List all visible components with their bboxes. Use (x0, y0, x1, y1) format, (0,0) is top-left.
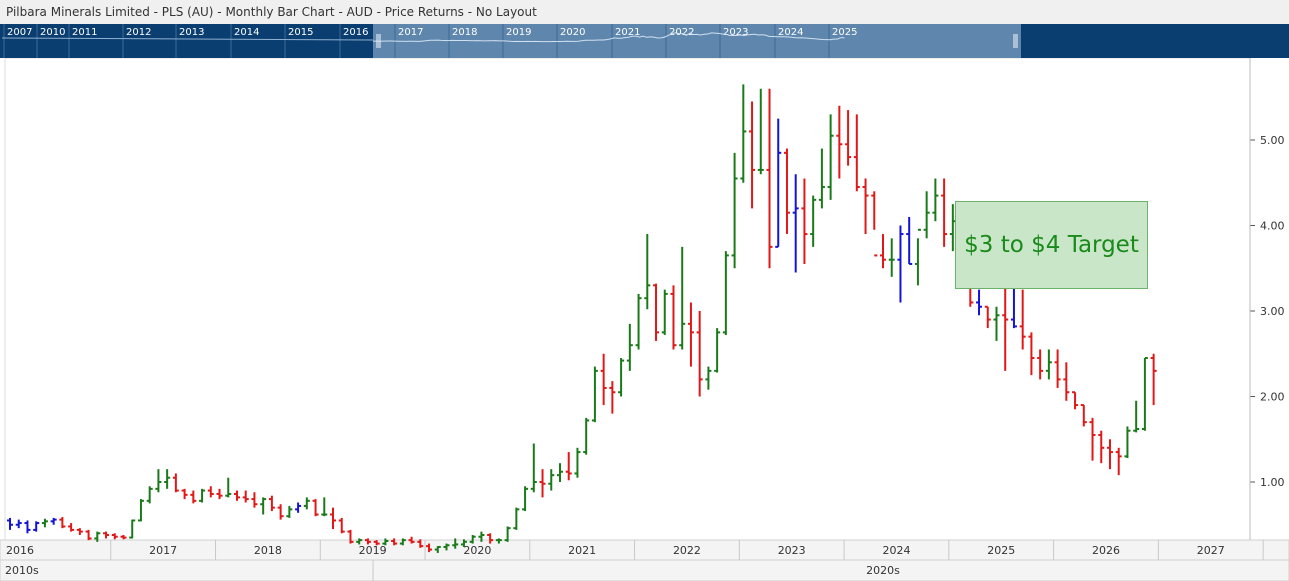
decade-label: 2020s (866, 564, 900, 577)
year-label: 2027 (1197, 544, 1225, 557)
year-label: 2019 (359, 544, 387, 557)
price-tick-label: 4.00 (1260, 220, 1285, 233)
year-label: 2025 (987, 544, 1015, 557)
navigator-year-label: 2017 (398, 27, 423, 38)
navigator-year-label: 2018 (452, 27, 477, 38)
navigator-early-line (1, 37, 374, 41)
navigator-year-label: 2010 (40, 27, 65, 38)
plot-area (4, 58, 1251, 541)
navigator-year-label: 2012 (126, 27, 151, 38)
year-label: 2020 (463, 544, 491, 557)
navigator-year-label: 2016 (343, 27, 368, 38)
navigator-year-label: 2007 (7, 27, 32, 38)
navigator-year-label: 2023 (723, 27, 748, 38)
price-tick-label: 2.00 (1260, 391, 1285, 404)
year-label: 2017 (149, 544, 177, 557)
price-tick-label: 3.00 (1260, 305, 1285, 318)
price-chart[interactable]: 1.00 2.00 3.00 4.00 5.00 2016 2017 2018 2019 2020… (0, 58, 1289, 581)
year-label: 2018 (254, 544, 282, 557)
year-label: 2024 (882, 544, 910, 557)
navigator-year-label: 2011 (72, 27, 97, 38)
navigator-year-label: 2019 (506, 27, 531, 38)
date-range-navigator[interactable]: 2007 2010 2011 2012 2013 2014 2015 2016 2017 2018… (0, 24, 1289, 58)
year-label: 2026 (1092, 544, 1120, 557)
year-label: 2021 (568, 544, 596, 557)
price-tick-label: 1.00 (1260, 476, 1285, 489)
window-title-bar: Pilbara Minerals Limited - PLS (AU) - Mo… (0, 0, 1289, 25)
navigator-year-label: 2022 (669, 27, 694, 38)
price-tick-label: 5.00 (1260, 134, 1285, 147)
navigator-overview: 2007 2010 2011 2012 2013 2014 2015 2016 2017 2018… (1, 24, 1018, 58)
target-annotation-text: $3 to $4 Target (964, 232, 1139, 258)
navigator-year-label: 2025 (832, 27, 857, 38)
year-label: 2023 (778, 544, 806, 557)
navigator-year-label: 2015 (288, 27, 313, 38)
window-title: Pilbara Minerals Limited - PLS (AU) - Mo… (6, 5, 537, 19)
year-label: 2022 (673, 544, 701, 557)
navigator-right-handle (1013, 34, 1018, 48)
decade-label: 2010s (5, 564, 39, 577)
navigator-year-label: 2020 (560, 27, 585, 38)
navigator-year-label: 2014 (234, 27, 259, 38)
year-label: 2016 (6, 544, 34, 557)
navigator-year-label: 2013 (179, 27, 204, 38)
target-annotation-box: $3 to $4 Target (955, 201, 1148, 289)
navigator-left-handle (376, 34, 381, 48)
navigator-price-line (373, 32, 845, 43)
